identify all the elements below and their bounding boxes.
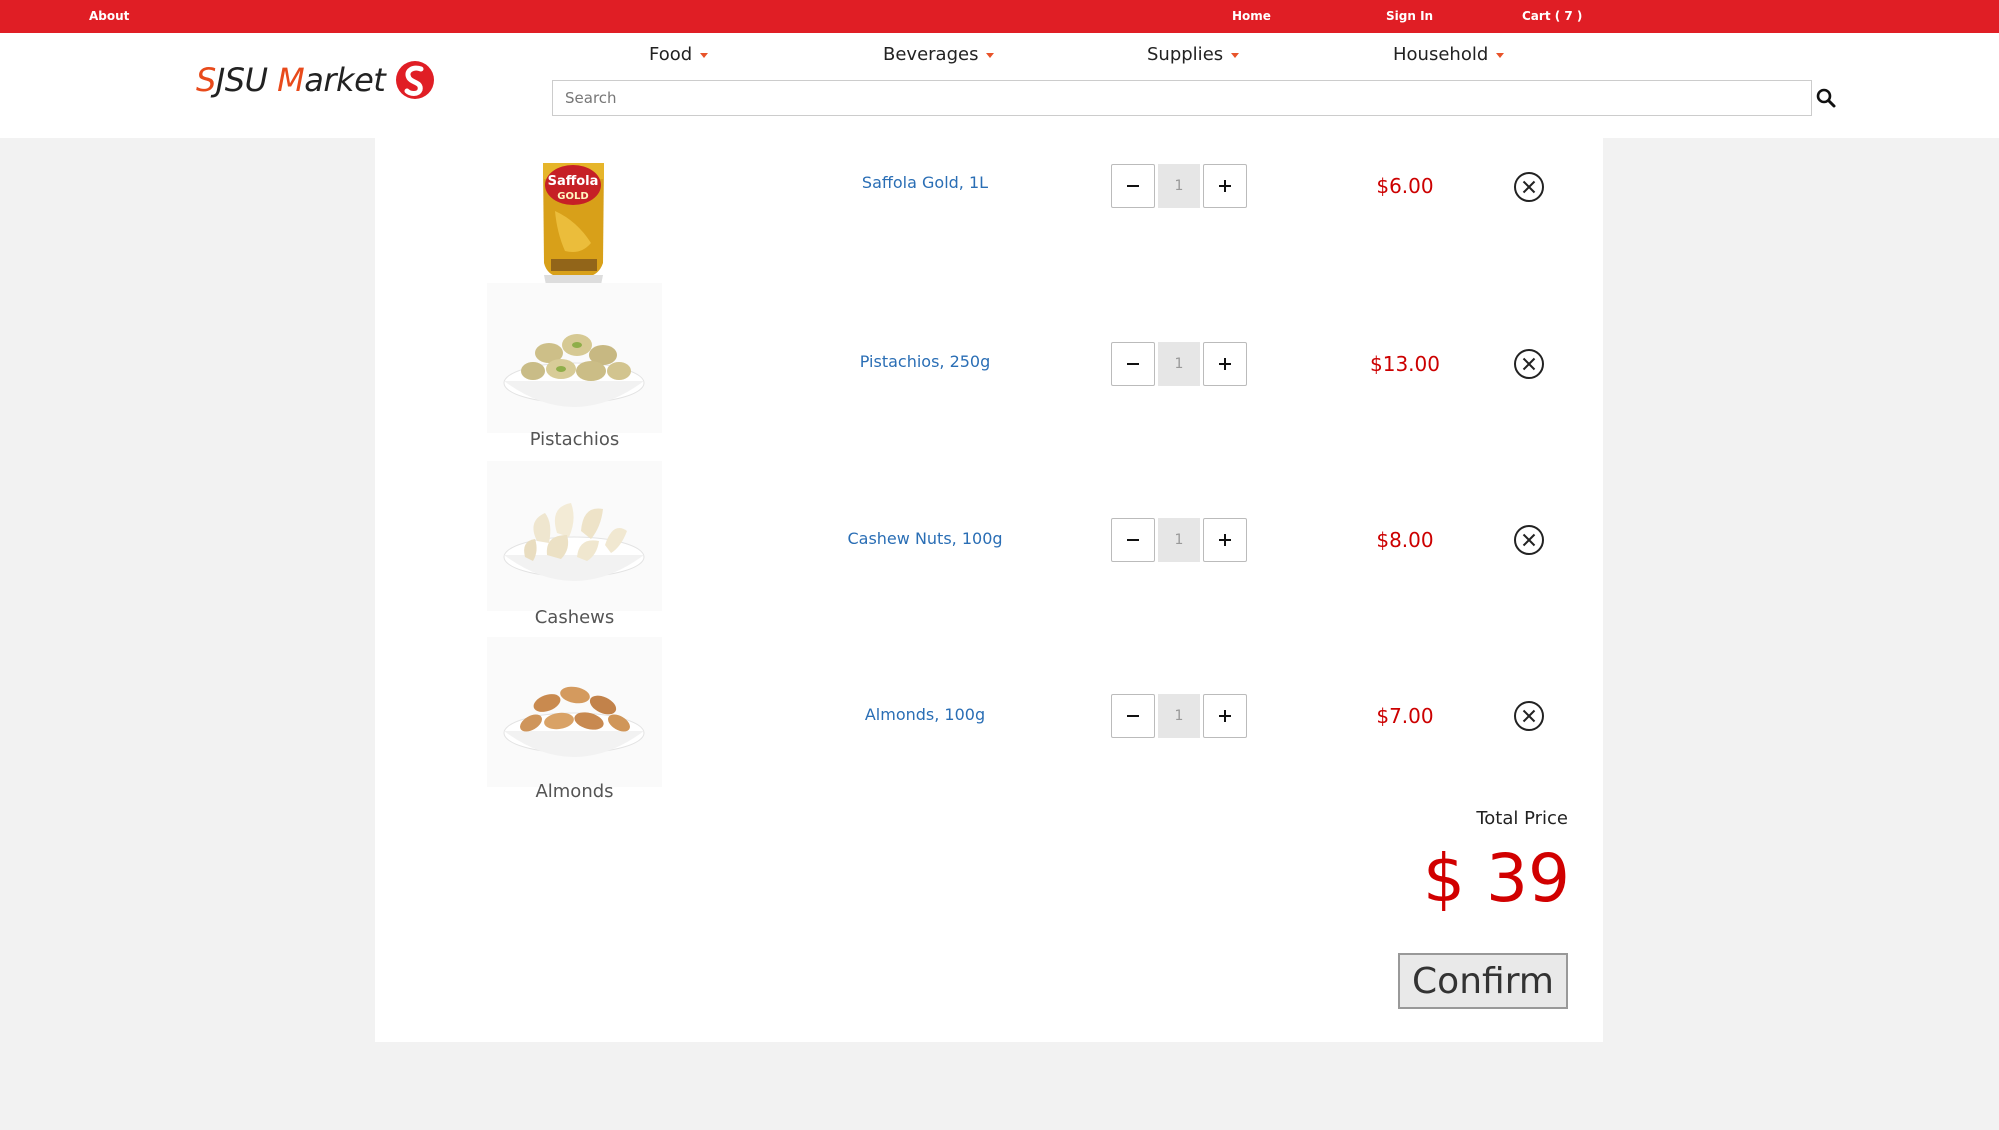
increase-quantity-button[interactable] [1203, 518, 1247, 562]
caret-down-icon [1496, 52, 1505, 58]
about-link[interactable]: About [89, 9, 129, 23]
product-image-caption: Pistachios [529, 429, 620, 450]
quantity-stepper [1111, 694, 1251, 738]
svg-text:GOLD: GOLD [557, 191, 588, 202]
nav-supplies[interactable]: Supplies [1147, 44, 1240, 65]
product-image-caption: Almonds [535, 781, 614, 802]
product-name-link[interactable]: Pistachios, 250g [775, 352, 1075, 371]
plus-icon [1219, 710, 1231, 722]
cart-row: Pistachios Pistachios, 250g $13.00 [375, 283, 1603, 453]
remove-item-icon[interactable] [1513, 348, 1545, 380]
minus-icon [1127, 185, 1139, 187]
increase-quantity-button[interactable] [1203, 694, 1247, 738]
safeway-s-icon [396, 61, 435, 99]
plus-icon [1219, 180, 1231, 192]
product-image-pistachios: Pistachios [487, 283, 662, 453]
product-image-cashews: Cashews [487, 461, 662, 631]
search-input[interactable] [552, 80, 1812, 116]
cart-row: Almonds Almonds, 100g $7.00 [375, 637, 1603, 807]
confirm-button[interactable]: Confirm [1398, 953, 1568, 1009]
item-price: $6.00 [1376, 174, 1434, 198]
site-logo[interactable]: SJSU Market [196, 58, 435, 102]
almonds-bowl-icon [487, 637, 662, 787]
item-price: $13.00 [1370, 352, 1440, 376]
cart-panel: Saffola GOLD Saffola Gold, 1L $6.00 [375, 138, 1603, 1042]
cart-row: Cashews Cashew Nuts, 100g $8.00 [375, 461, 1603, 631]
quantity-stepper [1111, 518, 1251, 562]
cart-link[interactable]: Cart ( 7 ) [1522, 9, 1582, 23]
remove-item-icon[interactable] [1513, 700, 1545, 732]
item-price: $7.00 [1376, 704, 1434, 728]
logo-text: SJSU Market [196, 61, 386, 99]
pistachios-bowl-icon [487, 283, 662, 433]
quantity-input[interactable] [1158, 694, 1200, 738]
minus-icon [1127, 363, 1139, 365]
remove-item-icon[interactable] [1513, 524, 1545, 556]
minus-icon [1127, 539, 1139, 541]
top-bar: About Home Sign In Cart ( 7 ) [0, 0, 1999, 33]
decrease-quantity-button[interactable] [1111, 342, 1155, 386]
product-image-caption: Cashews [534, 607, 615, 628]
total-price-label: Total Price [1476, 808, 1568, 829]
increase-quantity-button[interactable] [1203, 164, 1247, 208]
quantity-input[interactable] [1158, 518, 1200, 562]
quantity-input[interactable] [1158, 164, 1200, 208]
plus-icon [1219, 534, 1231, 546]
caret-down-icon [986, 52, 995, 58]
product-name-link[interactable]: Cashew Nuts, 100g [775, 529, 1075, 548]
nav-beverages[interactable]: Beverages [883, 44, 995, 65]
minus-icon [1127, 715, 1139, 717]
item-price: $8.00 [1376, 528, 1434, 552]
total-price-value: $ 39 [1423, 840, 1570, 917]
decrease-quantity-button[interactable] [1111, 164, 1155, 208]
caret-down-icon [700, 52, 709, 58]
quantity-input[interactable] [1158, 342, 1200, 386]
home-link[interactable]: Home [1232, 9, 1271, 23]
svg-text:Saffola: Saffola [548, 174, 599, 189]
remove-item-icon[interactable] [1513, 171, 1545, 203]
product-name-link[interactable]: Saffola Gold, 1L [775, 173, 1075, 192]
nav-food[interactable]: Food [649, 44, 709, 65]
increase-quantity-button[interactable] [1203, 342, 1247, 386]
search-icon[interactable] [1815, 87, 1837, 109]
quantity-stepper [1111, 164, 1251, 208]
caret-down-icon [1231, 52, 1240, 58]
nav-household[interactable]: Household [1393, 44, 1505, 65]
decrease-quantity-button[interactable] [1111, 518, 1155, 562]
cashews-bowl-icon [487, 461, 662, 611]
sign-in-link[interactable]: Sign In [1386, 9, 1433, 23]
plus-icon [1219, 358, 1231, 370]
decrease-quantity-button[interactable] [1111, 694, 1155, 738]
quantity-stepper [1111, 342, 1251, 386]
product-name-link[interactable]: Almonds, 100g [775, 705, 1075, 724]
product-image-almonds: Almonds [487, 637, 662, 807]
